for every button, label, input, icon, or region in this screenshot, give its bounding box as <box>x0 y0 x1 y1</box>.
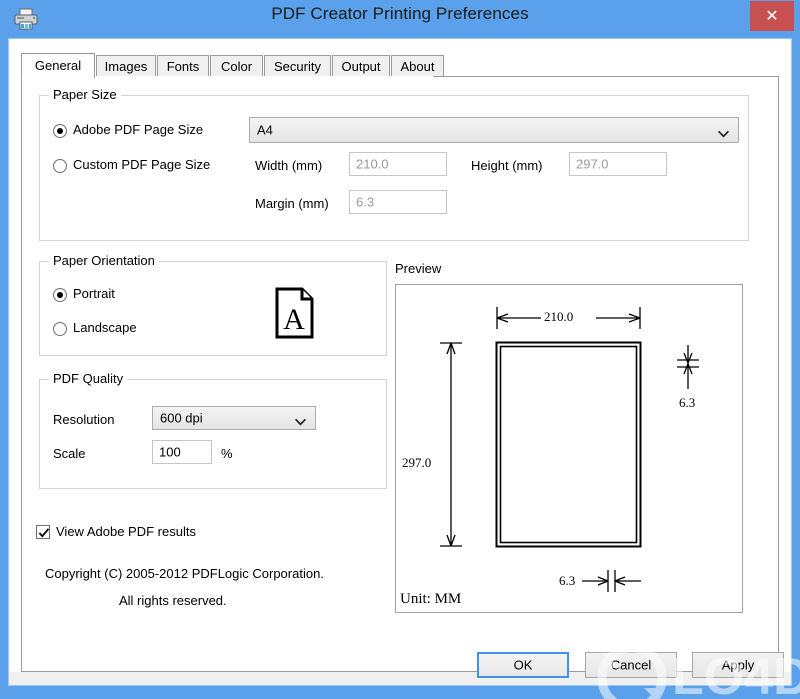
tab-general[interactable]: General <box>21 53 95 79</box>
button-row: OK Cancel Apply <box>0 0 800 699</box>
ok-button[interactable]: OK <box>477 652 569 678</box>
cancel-button[interactable]: Cancel <box>585 652 677 678</box>
apply-button[interactable]: Apply <box>692 652 784 678</box>
ok-button-label: OK <box>513 657 533 673</box>
apply-button-label: Apply <box>721 657 755 673</box>
preferences-window: PDF Creator Printing Preferences ✕ Gener… <box>0 0 800 699</box>
cancel-button-label: Cancel <box>610 657 652 673</box>
